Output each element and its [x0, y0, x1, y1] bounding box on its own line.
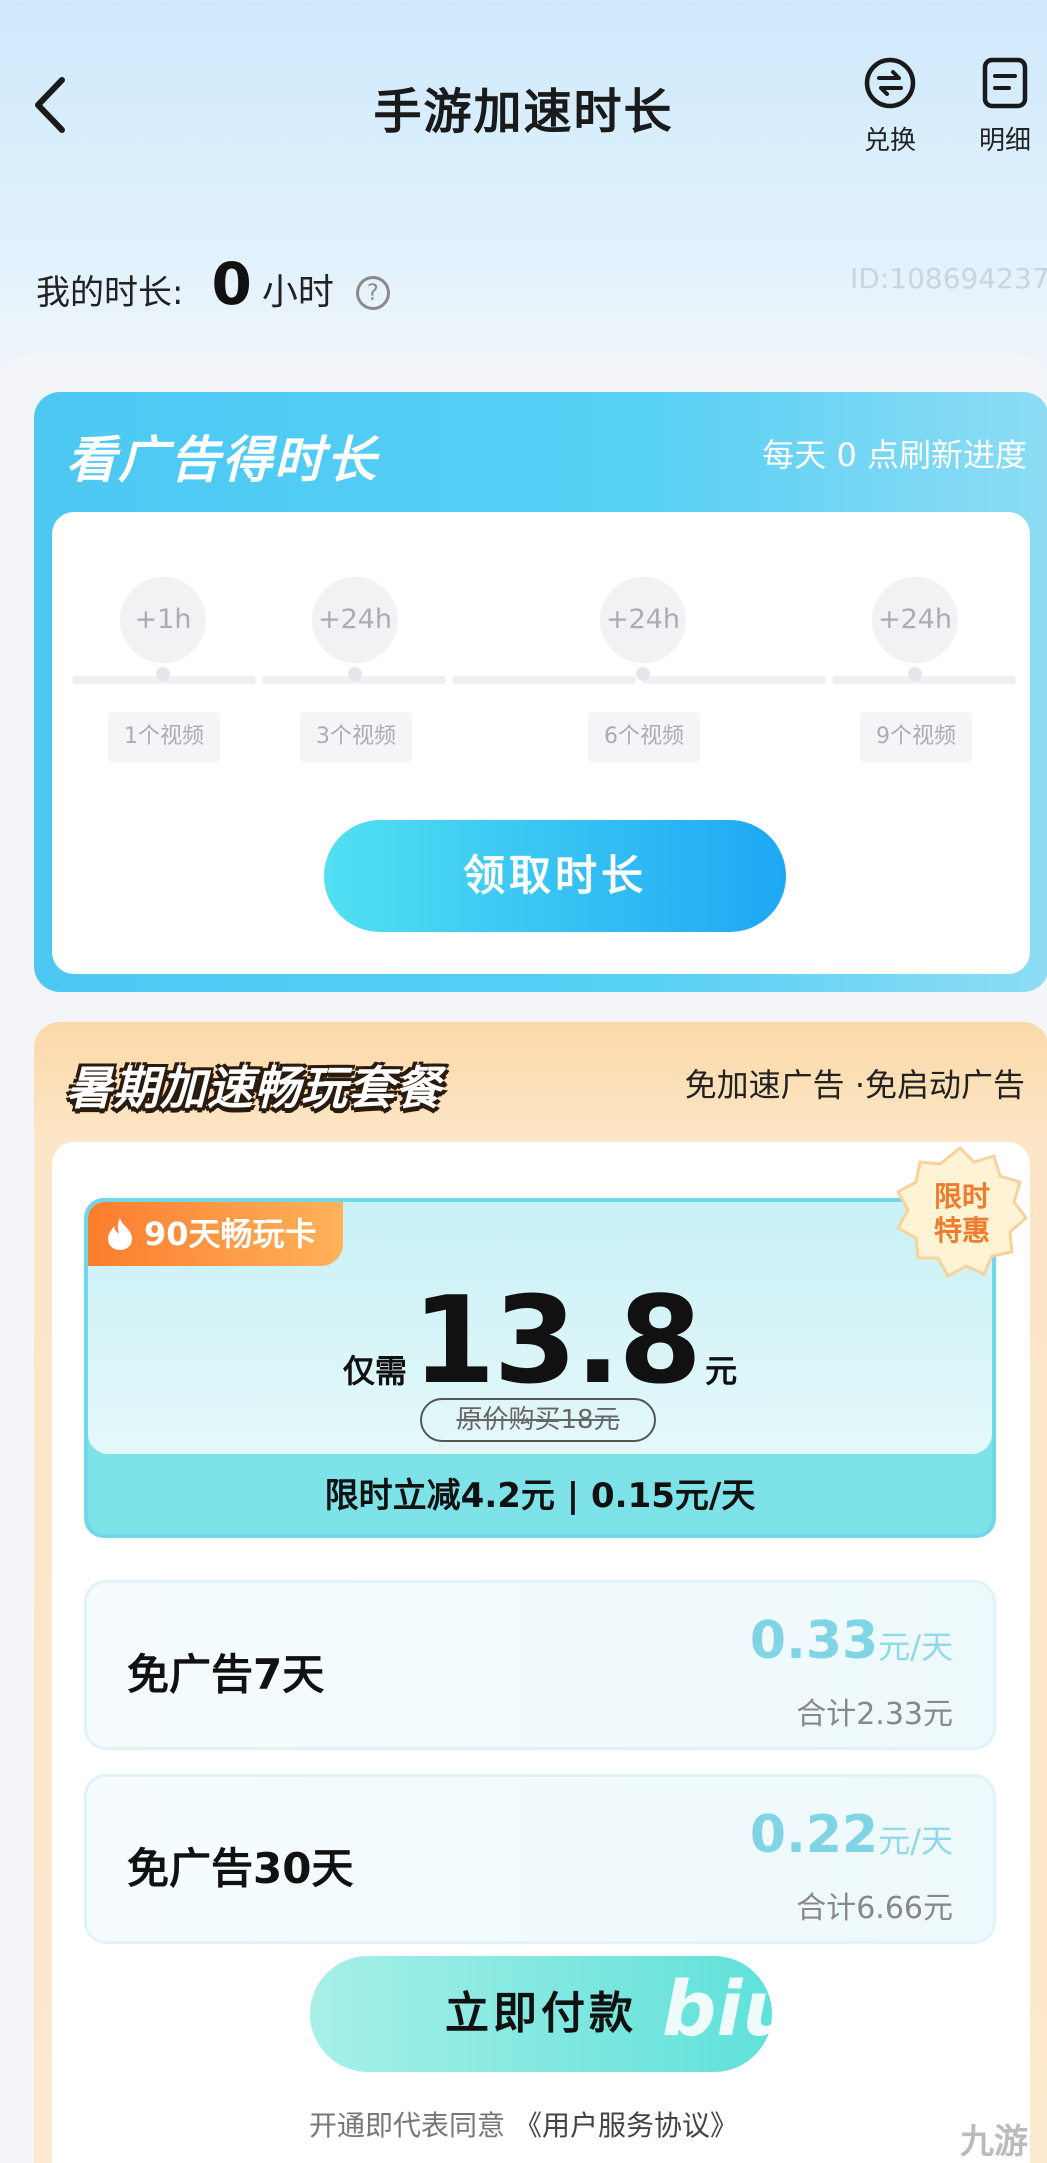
seal-text-line: 限时: [934, 1180, 990, 1213]
pay-button-decoration: biu: [662, 1964, 797, 2053]
milestone-dot: [636, 667, 650, 681]
milestone-requirement: 9个视频: [860, 712, 972, 762]
claim-hours-button[interactable]: 领取时长: [324, 820, 786, 932]
promo-badge-label: 90天畅玩卡: [144, 1215, 317, 1253]
price-prefix: 仅需: [342, 1352, 407, 1390]
package-benefits-note: 免加速广告 ·免启动广告: [684, 1066, 1025, 1104]
milestone: +24h: [870, 577, 960, 681]
balance-unit: 小时: [261, 272, 334, 313]
user-id: ID:1086942374: [850, 262, 1047, 295]
header: 手游加速时长 兑换 明细: [0, 0, 1047, 170]
milestone-requirement: 6个视频: [588, 712, 700, 762]
ad-section-title: 看广告得时长: [66, 431, 378, 489]
promo-price-line: 仅需 13.8 元: [88, 1272, 992, 1411]
milestone: +1h: [118, 577, 208, 681]
milestone-reward: +1h: [120, 577, 206, 663]
milestone-reward: +24h: [600, 577, 686, 663]
plan-rate-value: 0.22: [749, 1805, 879, 1865]
milestone-reward: +24h: [312, 577, 398, 663]
milestone-dot: [348, 667, 362, 681]
user-agreement-link[interactable]: 《用户服务协议》: [514, 2109, 738, 2142]
balance-value: 0: [211, 250, 252, 318]
milestone-dot: [156, 667, 170, 681]
fire-icon: [108, 1218, 132, 1250]
plan-option[interactable]: 免广告30天 0.22元/天 合计6.66元: [84, 1774, 996, 1944]
detail-icon: [982, 57, 1028, 109]
promo-plan-card[interactable]: 仅需 13.8 元 原价购买18元 90天畅玩卡 限时立减4.2元 | 0.15…: [84, 1198, 996, 1538]
plan-total: 合计2.33元: [796, 1697, 953, 1732]
detail-label: 明细: [978, 126, 1031, 156]
milestone-dot: [908, 667, 922, 681]
price-unit: 元: [705, 1352, 738, 1390]
plan-rate-unit: 元/天: [878, 1628, 953, 1666]
plan-rate-value: 0.33: [749, 1611, 879, 1671]
plan-option[interactable]: 免广告7天 0.33元/天 合计2.33元: [84, 1580, 996, 1750]
milestone: +24h: [310, 577, 400, 681]
milestone-reward: +24h: [872, 577, 958, 663]
original-price: 原价购买18元: [420, 1398, 656, 1442]
agreement-text: 开通即代表同意 《用户服务协议》: [0, 2104, 1047, 2144]
exchange-label: 兑换: [863, 126, 916, 156]
package-section-title: 暑期加速畅玩套餐: [66, 1061, 442, 1115]
ad-refresh-note: 每天 0 点刷新进度: [762, 436, 1027, 474]
help-icon[interactable]: ?: [355, 276, 390, 310]
plan-daily-rate: 0.22元/天: [750, 1805, 953, 1865]
watermark: 九游: [960, 2122, 1028, 2162]
plan-rate-unit: 元/天: [878, 1822, 953, 1860]
plan-name: 免广告7天: [127, 1650, 325, 1699]
milestone-requirement: 1个视频: [108, 712, 220, 762]
exchange-icon: [864, 57, 916, 109]
promo-badge: 90天畅玩卡: [88, 1202, 343, 1266]
seal-text-line: 特惠: [934, 1214, 990, 1247]
milestone: +24h: [598, 577, 688, 681]
limited-offer-seal: 限时 特惠: [895, 1145, 1029, 1279]
plan-name: 免广告30天: [127, 1844, 354, 1893]
plan-total: 合计6.66元: [796, 1891, 953, 1926]
balance-row: 我的时长: 0 小时 ?: [36, 250, 390, 318]
promo-discount-text: 限时立减4.2元 | 0.15元/天: [324, 1476, 756, 1516]
agreement-prefix: 开通即代表同意: [309, 2109, 506, 2142]
ad-progress-panel: +1h +24h +24h +24h 1个视频 3个视频 6个视频 9个视频 领…: [52, 512, 1030, 974]
milestone-requirement: 3个视频: [300, 712, 412, 762]
detail-button[interactable]: 明细: [960, 56, 1047, 157]
exchange-button[interactable]: 兑换: [845, 56, 935, 157]
plan-daily-rate: 0.33元/天: [750, 1611, 953, 1671]
promo-price: 13.8: [411, 1272, 702, 1411]
balance-label: 我的时长:: [36, 273, 184, 313]
ad-reward-card: 看广告得时长 每天 0 点刷新进度 +1h +24h +24h +24h 1个视…: [34, 392, 1047, 992]
